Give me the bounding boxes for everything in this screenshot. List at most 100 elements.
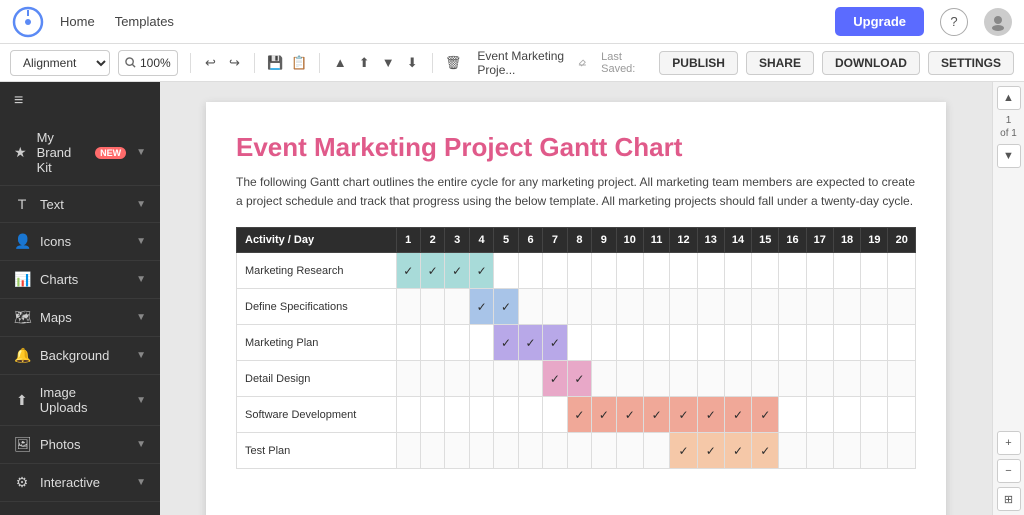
gantt-cell-3-12 [670,361,697,397]
gantt-cell-1-2 [420,289,444,325]
page-down-button[interactable]: ▼ [997,144,1021,168]
gantt-cell-2-7: ✓ [543,325,567,361]
checkmark-icon: ✓ [574,408,584,422]
sidebar-item-photos[interactable]: 🖼Photos▼ [0,426,160,464]
avatar[interactable] [984,8,1012,36]
sidebar-item-image-uploads[interactable]: ⬆Image Uploads▼ [0,375,160,426]
gantt-cell-4-5 [494,397,518,433]
checkmark-icon: ✓ [501,336,511,350]
copy-button[interactable]: 📋 [291,52,307,74]
zoom-level: 100% [140,56,171,70]
gantt-cell-2-16 [779,325,806,361]
arrange-down-button[interactable]: ▼ [380,52,396,74]
gantt-cell-2-20 [888,325,916,361]
gantt-cell-4-9: ✓ [592,397,616,433]
alignment-select[interactable]: Alignment [10,50,110,76]
checkmark-icon: ✓ [625,408,635,422]
gantt-cell-4-19 [861,397,888,433]
gantt-cell-1-9 [592,289,616,325]
gantt-cell-3-4 [469,361,493,397]
gantt-cell-1-5: ✓ [494,289,518,325]
arrange-up-button[interactable]: ▲ [332,52,348,74]
toolbar: Alignment 100% ↩ ↪ 💾 📋 ▲ ⬆ ▼ ⬇ 🗑 Event M… [0,44,1024,82]
activity-label-0: Marketing Research [237,253,397,289]
my-brand-kit-chevron-icon: ▼ [136,147,146,158]
sidebar-item-icons[interactable]: 👤Icons▼ [0,223,160,261]
gantt-header-day-17: 17 [806,228,833,253]
gantt-cell-3-1 [396,361,420,397]
page-up-button[interactable]: ▲ [997,86,1021,110]
text-icon: T [14,196,30,212]
gantt-cell-5-4 [469,433,493,469]
gantt-cell-4-14: ✓ [724,397,751,433]
sidebar-item-background[interactable]: 🔔Background▼ [0,337,160,375]
undo-button[interactable]: ↩ [202,52,218,74]
help-button[interactable]: ? [940,8,968,36]
gantt-cell-2-3 [445,325,469,361]
sidebar-item-maps[interactable]: 🗺Maps▼ [0,299,160,337]
gantt-cell-4-20 [888,397,916,433]
upgrade-button[interactable]: Upgrade [835,7,924,36]
gantt-cell-1-13 [697,289,724,325]
icons-icon: 👤 [14,233,30,250]
gantt-cell-3-13 [697,361,724,397]
gantt-cell-0-16 [779,253,806,289]
zoom-control[interactable]: 100% [118,50,178,76]
hamburger-button[interactable]: ≡ [0,82,160,120]
grid-button[interactable]: ⊞ [997,487,1021,511]
gantt-header-day-11: 11 [643,228,669,253]
gantt-cell-2-2 [420,325,444,361]
sidebar-item-text[interactable]: TText▼ [0,186,160,223]
gantt-cell-1-1 [396,289,420,325]
nav-links: Home Templates [60,14,174,29]
checkmark-icon: ✓ [452,264,462,278]
gantt-cell-3-19 [861,361,888,397]
sidebar: ≡ ★My Brand KitNEW▼TText▼👤Icons▼📊Charts▼… [0,82,160,515]
gantt-cell-2-12 [670,325,697,361]
share-button[interactable]: SHARE [746,51,814,75]
arrange-bottom-button[interactable]: ⬇ [404,52,420,74]
interactive-chevron-icon: ▼ [136,477,146,488]
sidebar-item-my-brand-kit[interactable]: ★My Brand KitNEW▼ [0,120,160,186]
filename-label: Event Marketing Proje... [477,49,570,77]
gantt-cell-3-14 [724,361,751,397]
gantt-cell-5-1 [396,433,420,469]
background-icon: 🔔 [14,347,30,364]
gantt-cell-2-19 [861,325,888,361]
arrange-top-button[interactable]: ⬆ [356,52,372,74]
sidebar-item-charts[interactable]: 📊Charts▼ [0,261,160,299]
publish-button[interactable]: PUBLISH [659,51,738,75]
gantt-cell-4-2 [420,397,444,433]
checkmark-icon: ✓ [477,264,487,278]
image-uploads-label: Image Uploads [40,385,126,415]
nav-templates[interactable]: Templates [115,14,174,29]
separator-3 [319,53,320,73]
sidebar-item-interactive[interactable]: ⚙Interactive▼ [0,464,160,502]
nav-home[interactable]: Home [60,14,95,29]
background-chevron-icon: ▼ [136,350,146,361]
gantt-cell-0-7 [543,253,567,289]
separator-2 [254,53,255,73]
zoom-in-button[interactable]: + [997,431,1021,455]
edit-filename-icon[interactable] [578,57,587,69]
checkmark-icon: ✓ [525,336,535,350]
gantt-header-day-10: 10 [616,228,643,253]
gantt-cell-2-6: ✓ [518,325,542,361]
gantt-header-day-9: 9 [592,228,616,253]
gantt-cell-1-16 [779,289,806,325]
gantt-cell-1-19 [861,289,888,325]
gantt-cell-4-8: ✓ [567,397,591,433]
gantt-cell-0-14 [724,253,751,289]
my-brand-kit-badge: NEW [95,147,126,159]
gantt-header-day-7: 7 [543,228,567,253]
save-button[interactable]: 💾 [267,52,283,74]
download-button[interactable]: DOWNLOAD [822,51,920,75]
gantt-cell-5-17 [806,433,833,469]
delete-button[interactable]: 🗑 [445,52,462,74]
zoom-out-button[interactable]: − [997,459,1021,483]
settings-button[interactable]: SETTINGS [928,51,1014,75]
gantt-header-day-14: 14 [724,228,751,253]
gantt-cell-1-7 [543,289,567,325]
gantt-header-day-19: 19 [861,228,888,253]
redo-button[interactable]: ↪ [226,52,242,74]
